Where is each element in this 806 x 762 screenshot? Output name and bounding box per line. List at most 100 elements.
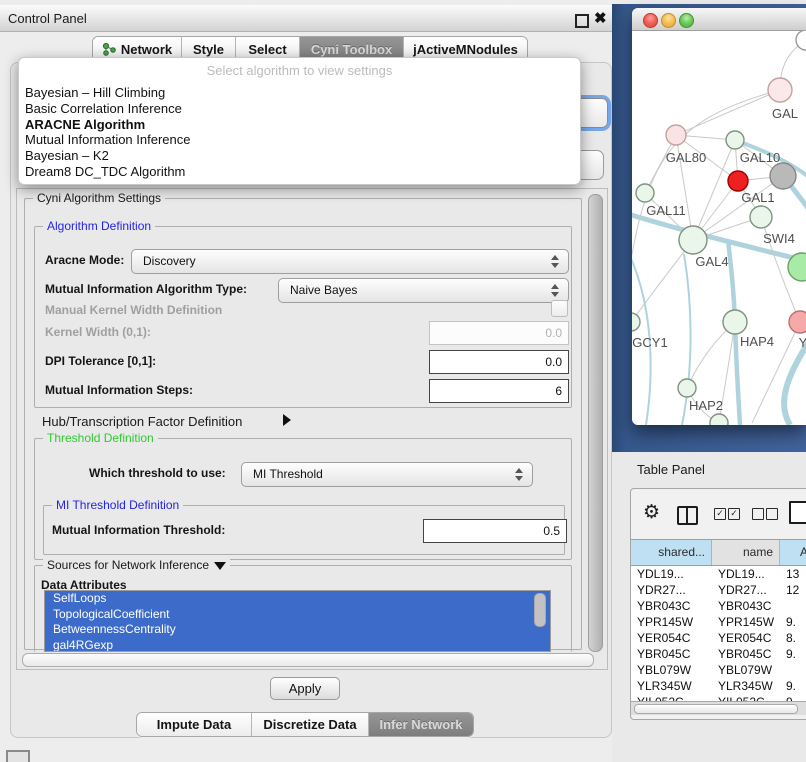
table-row[interactable]: YBL079WYBL079W [631, 662, 806, 678]
tab-impute-data[interactable]: Impute Data [137, 713, 252, 736]
node-table: shared... name A YDL19...YDL19...13 YDR2… [631, 539, 806, 703]
node-label: SWI4 [763, 231, 795, 246]
gear-icon[interactable]: ⚙ [643, 503, 660, 522]
aracne-mode-select[interactable]: Discovery [131, 249, 569, 274]
table-header-row: shared... name A [631, 539, 806, 566]
data-attributes-list: SelfLoops TopologicalCoefficient Between… [44, 590, 551, 652]
node-label: GAL1 [741, 190, 774, 205]
tab-cyni-toolbox-label: Cyni Toolbox [311, 42, 392, 57]
dpi-tolerance-field[interactable]: 0.0 [429, 350, 569, 374]
table-row[interactable]: YBR043CYBR043C [631, 598, 806, 614]
list-item[interactable]: TopologicalCoefficient [45, 607, 550, 623]
network-node[interactable] [750, 206, 772, 228]
mi-steps-field[interactable]: 6 [429, 379, 569, 403]
close-panel-icon[interactable]: ✖ [594, 9, 607, 27]
table-panel-dock: Table Panel ⚙ ✓ ✓ shared... name A YDL19… [612, 452, 806, 762]
hub-transcription-section-label[interactable]: Hub/Transcription Factor Definition [42, 414, 242, 429]
network-node[interactable] [768, 78, 792, 102]
network-node[interactable] [679, 226, 707, 254]
mi-threshold-definition-title: MI Threshold Definition [52, 498, 183, 512]
checked-checkbox-icon[interactable]: ✓ [714, 508, 726, 520]
tab-jactivemnodules-label: jActiveMNodules [413, 42, 518, 57]
tab-network-label: Network [121, 42, 172, 57]
columns-icon[interactable] [677, 506, 698, 525]
table-row[interactable]: YBR045CYBR045C9. [631, 646, 806, 662]
algorithm-option[interactable]: Dream8 DC_TDC Algorithm [25, 164, 565, 180]
network-node[interactable] [678, 379, 696, 397]
node-label: HAP2 [689, 398, 723, 413]
table-row[interactable]: YPR145WYPR145W9. [631, 614, 806, 630]
minimized-panel-icon[interactable] [6, 750, 30, 762]
tab-style-label: Style [193, 42, 224, 57]
mi-threshold-definition-group: MI Threshold Definition Mutual Informati… [43, 505, 565, 555]
float-panel-icon[interactable] [575, 14, 589, 28]
apply-button[interactable]: Apply [270, 677, 340, 700]
aracne-mode-value: Discovery [143, 250, 196, 273]
window-close-light[interactable] [643, 13, 658, 28]
table-row[interactable]: YER054CYER054C8. [631, 630, 806, 646]
table-horizontal-scrollbar[interactable] [631, 701, 806, 715]
mi-algorithm-type-select[interactable]: Naive Bayes [278, 278, 569, 303]
list-item[interactable]: SelfLoops [45, 591, 550, 607]
algorithm-option[interactable]: Bayesian – K2 [25, 148, 565, 164]
node-label: GAL4 [695, 254, 728, 269]
table-row[interactable]: YLR345WYLR345W9. [631, 678, 806, 694]
network-node[interactable] [726, 131, 744, 149]
manual-kernel-checkbox[interactable] [551, 300, 568, 317]
network-node[interactable] [723, 310, 747, 334]
column-header-a[interactable]: A [780, 540, 806, 565]
dpi-tolerance-label: DPI Tolerance [0,1]: [45, 354, 156, 368]
column-header-shared-name[interactable]: shared... [631, 540, 712, 565]
expanded-arrow-icon [214, 562, 226, 570]
algorithm-option[interactable]: Basic Correlation Inference [25, 101, 565, 117]
network-node[interactable] [666, 125, 686, 145]
mi-algorithm-type-value: Naive Bayes [290, 279, 357, 302]
bottom-tabbar: Impute Data Discretize Data Infer Networ… [136, 712, 474, 737]
algorithm-option[interactable]: Bayesian – Hill Climbing [25, 85, 565, 101]
mi-threshold-label: Mutual Information Threshold: [52, 523, 225, 537]
application-screen: Control Panel ✖ Network Style Select Cyn… [0, 0, 806, 762]
node-label: GAL11 [646, 203, 686, 218]
settings-horizontal-scrollbar[interactable] [22, 653, 594, 667]
kernel-width-label: Kernel Width (0,1): [45, 325, 151, 339]
settings-vertical-scrollbar[interactable] [588, 194, 603, 652]
mi-threshold-field[interactable]: 0.5 [423, 519, 567, 543]
column-header-name[interactable]: name [712, 540, 780, 565]
dropdown-arrows-icon [551, 283, 559, 298]
network-canvas[interactable]: GAL GAL80 GAL10 GAL11 GAL1 SWI4 GAL4 GCY… [632, 30, 806, 425]
window-minimize-light[interactable] [661, 13, 676, 28]
which-threshold-select[interactable]: MI Threshold [241, 462, 533, 487]
tab-impute-data-label: Impute Data [157, 717, 231, 732]
network-node[interactable] [710, 414, 728, 425]
document-icon[interactable] [789, 501, 806, 524]
mi-algorithm-type-label: Mutual Information Algorithm Type: [45, 282, 247, 296]
algorithm-option-selected[interactable]: ARACNE Algorithm [25, 117, 565, 133]
unchecked-checkbox-icon[interactable] [752, 508, 764, 520]
collapsed-arrow-icon[interactable] [283, 414, 291, 426]
edge [784, 340, 806, 425]
tab-infer-network[interactable]: Infer Network [369, 713, 473, 736]
algorithm-dropdown-popup: Select algorithm to view settings Bayesi… [18, 57, 581, 185]
dropdown-arrows-icon [551, 254, 559, 269]
table-row[interactable]: YDR27...YDR27...12 [631, 582, 806, 598]
dropdown-arrows-icon [515, 467, 523, 482]
network-node[interactable] [770, 163, 796, 189]
tab-discretize-data[interactable]: Discretize Data [252, 713, 369, 736]
list-item[interactable]: gal4RGexp [45, 638, 550, 653]
node-label: GCY1 [632, 335, 667, 350]
kernel-width-field[interactable]: 0.0 [429, 321, 569, 345]
control-panel-titlebar: Control Panel ✖ [0, 5, 612, 32]
algorithm-option[interactable]: Mutual Information Inference [25, 132, 565, 148]
table-row[interactable]: YDL19...YDL19...13 [631, 566, 806, 582]
list-scrollbar-thumb[interactable] [534, 593, 546, 627]
checked-checkbox-icon[interactable]: ✓ [728, 508, 740, 520]
network-node-selected[interactable] [728, 171, 748, 191]
window-zoom-light[interactable] [679, 13, 694, 28]
network-node[interactable] [789, 311, 806, 333]
network-node[interactable] [632, 313, 640, 331]
node-label: GAL80 [666, 150, 706, 165]
scrollbar-thumb[interactable] [634, 704, 798, 714]
unchecked-checkbox-icon[interactable] [766, 508, 778, 520]
list-item[interactable]: BetweennessCentrality [45, 622, 550, 638]
network-node[interactable] [636, 184, 654, 202]
